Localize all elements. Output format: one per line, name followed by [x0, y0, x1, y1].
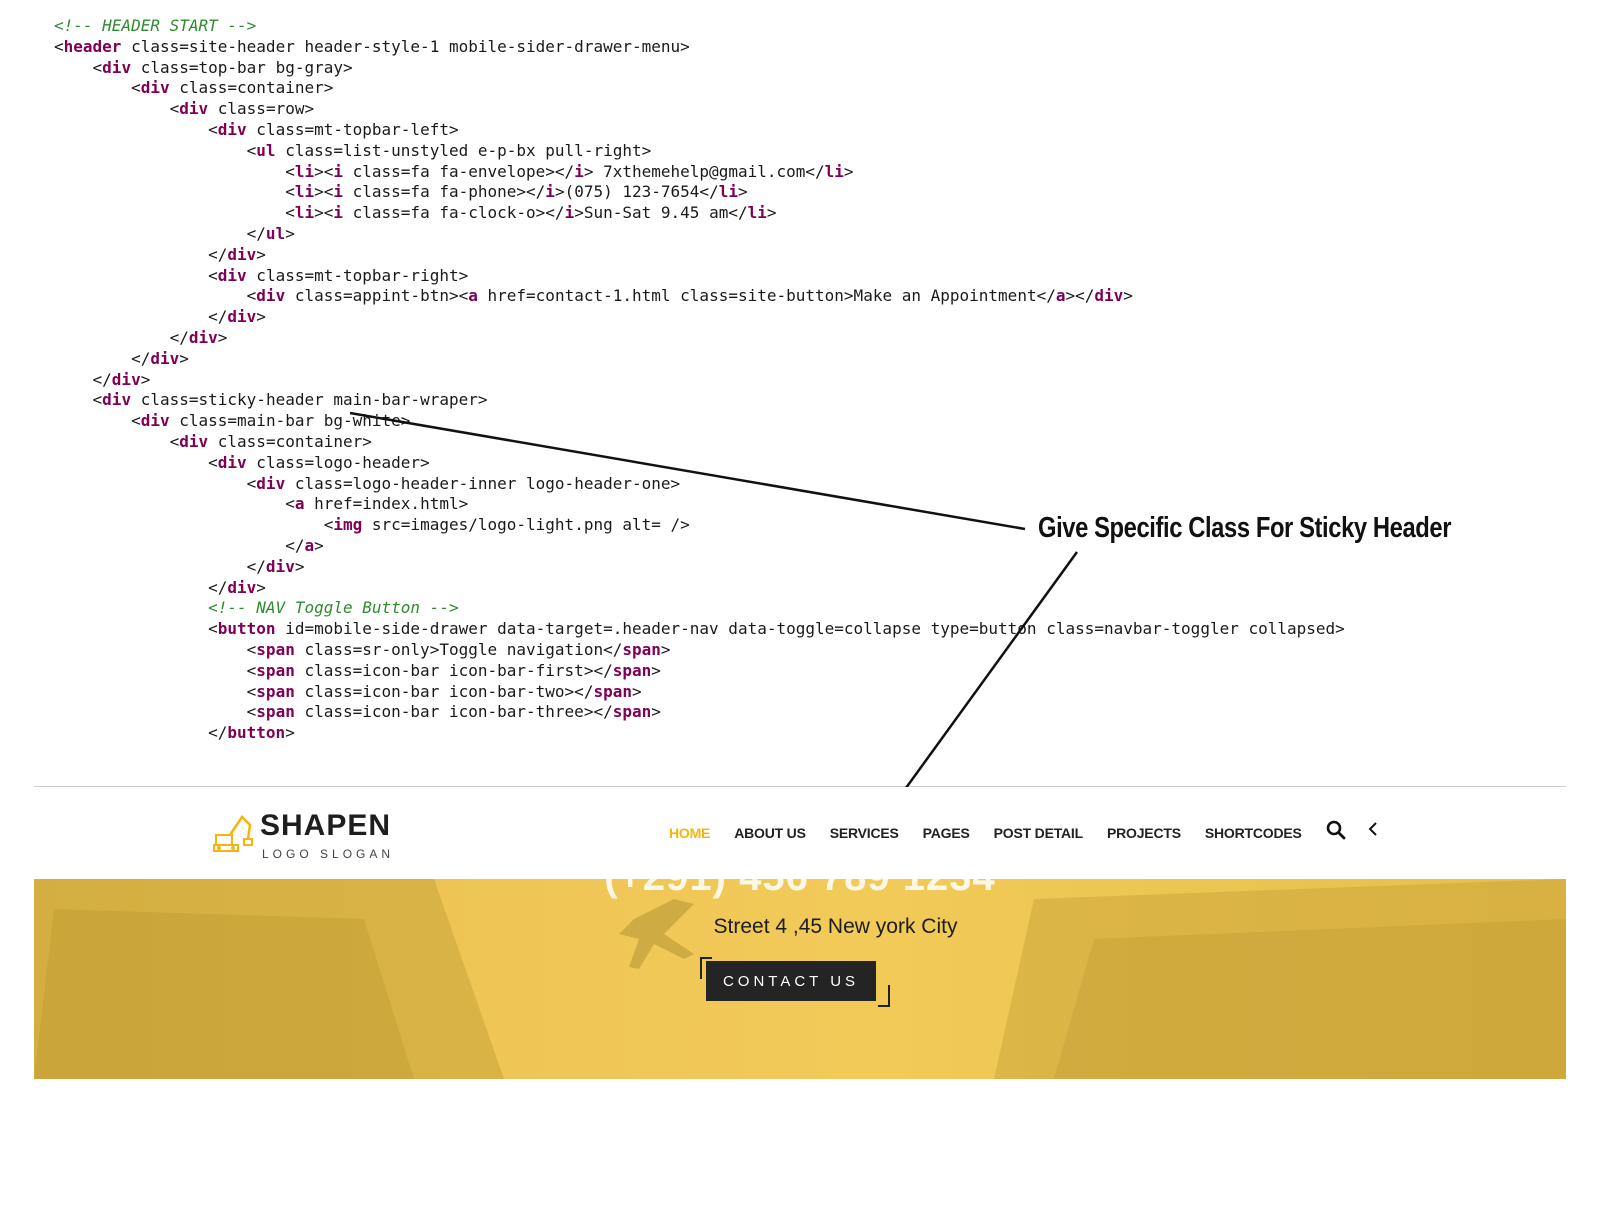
- code-line: <div class=logo-header-inner logo-header…: [54, 473, 681, 493]
- menu-item-projects[interactable]: PROJECTS: [1107, 825, 1181, 841]
- code-line: </button>: [54, 723, 295, 743]
- excavator-logo-icon: [213, 815, 253, 852]
- code-line: <span class=icon-bar icon-bar-two></span…: [54, 681, 642, 701]
- code-line: <!-- HEADER START -->: [54, 16, 257, 35]
- code-line: <div class=sticky-header main-bar-wraper…: [54, 390, 488, 410]
- menu-item-post-detail[interactable]: POST DETAIL: [994, 825, 1084, 841]
- logo-slogan: LOGO SLOGAN: [262, 847, 395, 861]
- contact-us-button[interactable]: CONTACT US: [706, 961, 876, 1001]
- code-line: <li><i class=fa fa-envelope></i> 7xtheme…: [54, 161, 854, 181]
- code-line: </div>: [54, 244, 266, 264]
- code-cutoff: [0, 752, 1600, 766]
- code-line: <div class=mt-topbar-right>: [54, 265, 469, 285]
- code-line: <div class=top-bar bg-gray>: [54, 57, 353, 77]
- code-line: <span class=icon-bar icon-bar-three></sp…: [54, 702, 661, 722]
- menu-item-services[interactable]: SERVICES: [830, 825, 899, 841]
- code-line: <div class=row>: [54, 99, 315, 119]
- code-line: <header class=site-header header-style-1…: [54, 36, 690, 56]
- search-icon[interactable]: [1326, 820, 1346, 840]
- code-line: <div class=mt-topbar-left>: [54, 119, 459, 139]
- menu-item-about-us[interactable]: ABOUT US: [734, 825, 806, 841]
- code-line: </div>: [54, 556, 305, 576]
- code-line: <!-- NAV Toggle Button -->: [54, 598, 459, 618]
- code-line: </div>: [54, 369, 151, 389]
- code-snippet: <!-- HEADER START --> <header class=site-…: [54, 16, 1345, 744]
- site-navbar: SHAPEN LOGO SLOGAN HOME ABOUT US SERVICE…: [34, 787, 1566, 879]
- code-line: </div>: [54, 577, 266, 597]
- code-line: <li><i class=fa fa-phone></i>(075) 123-7…: [54, 182, 748, 202]
- code-line: <span class=sr-only>Toggle navigation</s…: [54, 639, 671, 659]
- code-line: </ul>: [54, 223, 295, 243]
- menu-item-home[interactable]: HOME: [669, 825, 710, 841]
- code-line: <button id=mobile-side-drawer data-targe…: [54, 619, 1345, 639]
- code-line: <div class=container>: [54, 431, 372, 451]
- menu-item-pages[interactable]: PAGES: [923, 825, 970, 841]
- code-line: </div>: [54, 307, 266, 327]
- menu-item-shortcodes[interactable]: SHORTCODES: [1205, 825, 1302, 841]
- code-line: <div class=logo-header>: [54, 452, 430, 472]
- code-line: <span class=icon-bar icon-bar-first></sp…: [54, 660, 661, 680]
- logo-name: SHAPEN: [260, 809, 392, 842]
- hero-phone: (+291) 456 789 1234: [34, 879, 1566, 900]
- code-line: <div class=main-bar bg-white>: [54, 411, 411, 431]
- main-menu: HOME ABOUT US SERVICES PAGES POST DETAIL…: [669, 787, 1326, 879]
- chevron-left-icon[interactable]: [1367, 820, 1379, 838]
- button-corner-decoration: [878, 985, 890, 1007]
- code-line: <ul class=list-unstyled e-p-bx pull-righ…: [54, 140, 652, 160]
- code-line: <li><i class=fa fa-clock-o></i>Sun-Sat 9…: [54, 203, 777, 223]
- code-line: </div>: [54, 327, 228, 347]
- hero-address: Street 4 ,45 New york City: [713, 915, 958, 938]
- callout-label: Give Specific Class For Sticky Header: [1038, 512, 1452, 544]
- code-line: <div class=appint-btn><a href=contact-1.…: [54, 286, 1133, 306]
- code-line: <div class=container>: [54, 78, 334, 98]
- code-line: </div>: [54, 348, 189, 368]
- hero-banner: (+291) 456 789 1234 Street 4 ,45 New yor…: [34, 879, 1566, 1079]
